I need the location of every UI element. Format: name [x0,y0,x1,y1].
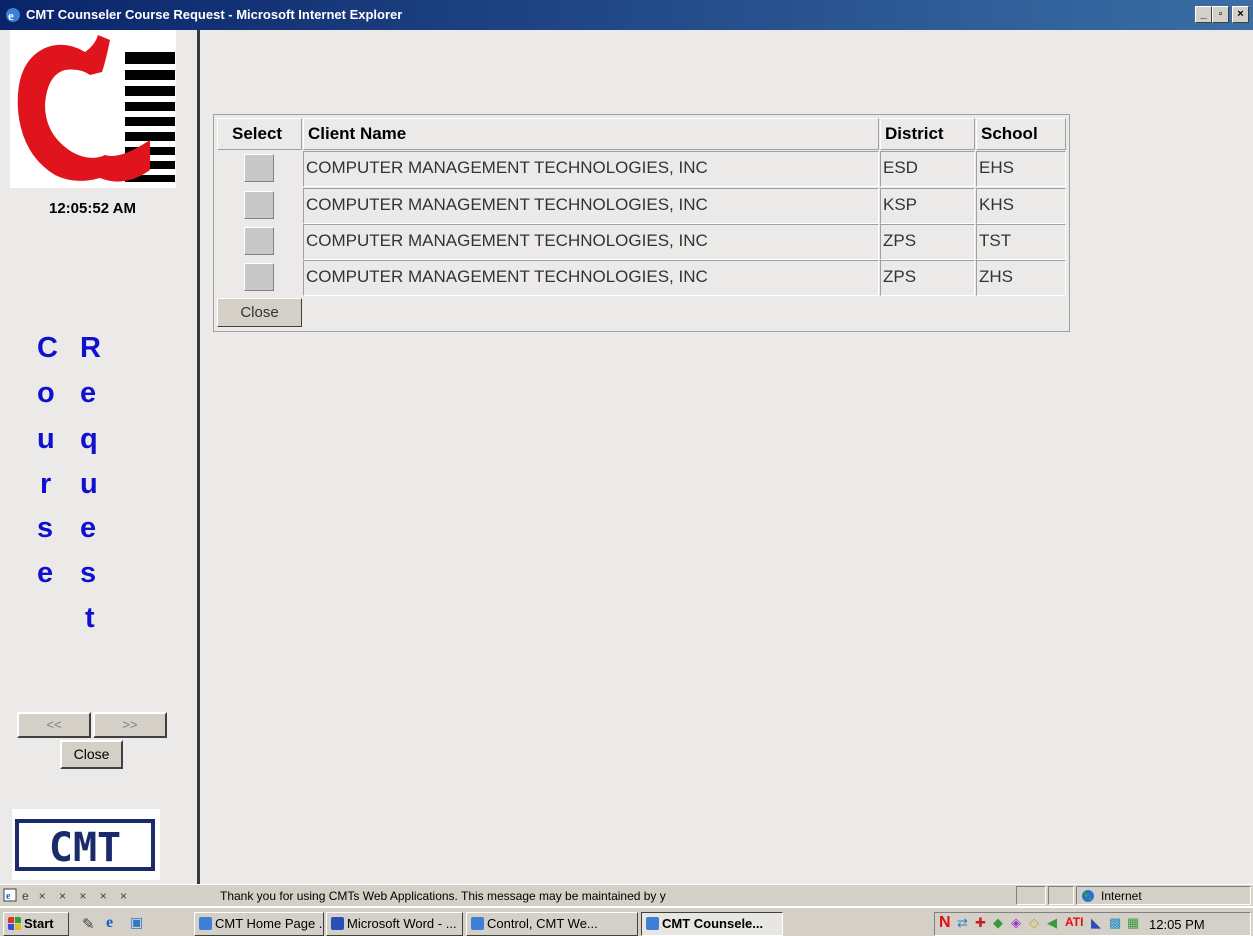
tray-icon[interactable]: ✚ [975,915,986,931]
internet-explorer-icon [471,917,484,930]
zone-label: Internet [1101,889,1142,903]
column-header-select: Select [217,118,302,150]
vertical-letter: r [40,468,52,500]
status-panel [1048,886,1074,905]
tray-icon[interactable]: ◣ [1091,915,1101,931]
outlook-icon[interactable]: ▣ [130,914,143,931]
table-cell-district: ZPS [880,260,975,296]
column-header-district: District [880,118,975,150]
tray-icon[interactable]: ◈ [1011,915,1021,931]
select-row-button[interactable] [244,263,274,291]
vertical-letter: q [80,423,98,455]
vertical-letter: u [37,423,55,455]
maximize-button[interactable]: ▫ [1212,6,1229,23]
internet-explorer-icon [199,917,212,930]
tray-icon[interactable]: ▩ [1109,915,1121,931]
select-row-button[interactable] [244,227,274,255]
cmt-logo-text: CMT [49,825,121,871]
window-title: CMT Counseler Course Request - Microsoft… [26,7,403,22]
table-cell-district: ZPS [880,224,975,260]
network-icon[interactable]: ⇄ [957,915,968,931]
globe-icon [1082,890,1094,902]
tray-icon[interactable]: ◇ [1029,915,1039,931]
svg-text:e: e [8,8,14,23]
status-message: Thank you for using CMTs Web Application… [220,889,666,903]
select-row-button[interactable] [244,154,274,182]
internet-explorer-icon[interactable]: e [106,914,113,932]
quick-launch: ✎ e ▣ [76,912,186,936]
taskbar-item-label: CMT Home Page ... [215,916,324,931]
taskbar-item-label: CMT Counsele... [662,916,764,931]
status-progress: e × × × × × [22,889,128,903]
client-selection-table: Select Client Name District School COMPU… [213,114,1070,332]
svg-text:e: e [6,891,11,902]
taskbar-item-label: Control, CMT We... [487,916,598,931]
window-title-bar[interactable]: e CMT Counseler Course Request - Microso… [0,0,1253,30]
taskbar-item[interactable]: Control, CMT We... [466,912,638,936]
taskbar: Start ✎ e ▣ CMT Home Page ... Microsoft … [0,906,1253,936]
vertical-letter: u [80,468,98,500]
internet-explorer-icon [646,917,659,930]
status-bar: e e × × × × × Thank you for using CMTs W… [0,884,1253,906]
column-header-school: School [976,118,1066,150]
sidebar: 12:05:52 AM C o u r s e R e q u e s t <<… [0,30,200,884]
table-cell-district: ESD [880,151,975,187]
apple-icon [17,35,175,182]
vertical-letter: e [37,557,54,589]
start-button[interactable]: Start [3,912,69,936]
table-cell-client: COMPUTER MANAGEMENT TECHNOLOGIES, INC [303,260,879,296]
vertical-letter: s [37,512,54,544]
vertical-letter: C [37,332,58,364]
select-row-button[interactable] [244,191,274,219]
cmt-logo: CMT [12,809,160,880]
vertical-letter: e [80,512,97,544]
table-cell-school: EHS [976,151,1066,187]
minimize-button[interactable]: _ [1195,6,1212,23]
table-cell-client: COMPUTER MANAGEMENT TECHNOLOGIES, INC [303,224,879,260]
start-label: Start [24,916,54,931]
browser-content: 12:05:52 AM C o u r s e R e q u e s t <<… [0,30,1253,884]
table-cell-school: KHS [976,188,1066,224]
page-icon: e [3,888,17,902]
taskbar-item[interactable]: Microsoft Word - ... [326,912,463,936]
volume-icon[interactable]: ◀ [1047,915,1057,931]
table-close-button[interactable]: Close [217,298,302,327]
apple-logo [10,30,176,188]
vertical-letter: e [80,377,97,409]
desktop-icon[interactable]: ✎ [82,915,95,933]
internet-explorer-icon: e [6,8,20,23]
ati-icon[interactable]: ATI [1065,915,1083,929]
word-icon [331,917,344,930]
norton-icon[interactable]: N [939,914,951,932]
security-zone-panel: Internet [1076,886,1251,905]
taskbar-clock[interactable]: 12:05 PM [1149,917,1205,932]
taskbar-item-label: Microsoft Word - ... [347,916,457,931]
close-window-button[interactable]: × [1232,6,1249,23]
taskbar-item[interactable]: CMT Home Page ... [194,912,324,936]
table-cell-school: ZHS [976,260,1066,296]
vertical-letter: t [85,602,95,634]
tray-icon[interactable]: ◆ [993,915,1003,931]
taskbar-item-active[interactable]: CMT Counsele... [641,912,783,936]
system-tray: N ⇄ ✚ ◆ ◈ ◇ ◀ ATI ◣ ▩ ▦ 12:05 PM [934,912,1251,936]
status-panel [1016,886,1046,905]
table-cell-client: COMPUTER MANAGEMENT TECHNOLOGIES, INC [303,188,879,224]
next-button[interactable]: >> [93,712,167,738]
clock: 12:05:52 AM [49,200,136,217]
sidebar-close-button[interactable]: Close [60,740,123,769]
vertical-letter: o [37,377,55,409]
tray-icon[interactable]: ▦ [1127,915,1139,931]
vertical-letter: s [80,557,97,589]
previous-button[interactable]: << [17,712,91,738]
vertical-letter: R [80,332,101,364]
table-cell-district: KSP [880,188,975,224]
table-cell-client: COMPUTER MANAGEMENT TECHNOLOGIES, INC [303,151,879,187]
column-header-client-name: Client Name [303,118,879,150]
windows-logo-icon [8,917,21,930]
table-cell-school: TST [976,224,1066,260]
